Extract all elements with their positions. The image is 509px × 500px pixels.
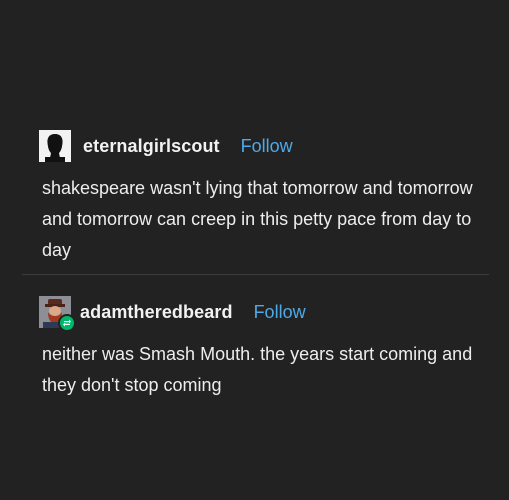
username[interactable]: adamtheredbeard	[80, 302, 233, 323]
follow-button[interactable]: Follow	[241, 136, 293, 157]
divider	[22, 274, 489, 275]
silhouette-avatar-icon	[39, 130, 71, 162]
avatar[interactable]	[39, 130, 71, 162]
avatar[interactable]	[39, 296, 76, 332]
username[interactable]: eternalgirlscout	[83, 136, 220, 157]
post-text: shakespeare wasn't lying that tomorrow a…	[42, 178, 473, 260]
post-header: eternalgirlscout Follow	[39, 129, 293, 163]
reblog-icon	[58, 314, 76, 332]
post-text: neither was Smash Mouth. the years start…	[42, 344, 473, 395]
follow-button[interactable]: Follow	[254, 302, 306, 323]
post-header: adamtheredbeard Follow	[39, 295, 306, 332]
